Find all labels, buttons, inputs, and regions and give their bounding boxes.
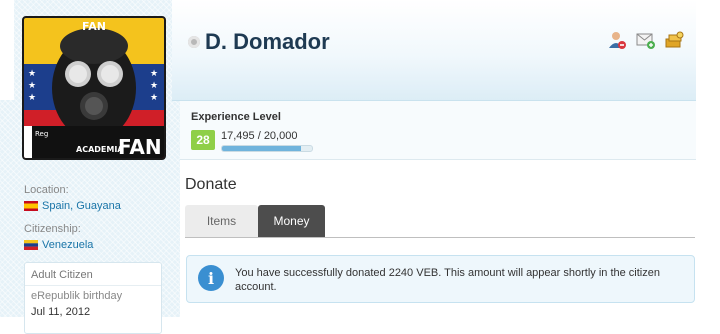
avatar-top-text: FAN: [82, 20, 106, 33]
location-link[interactable]: Spain, Guayana: [24, 200, 174, 212]
experience-progress-bar: [221, 145, 313, 152]
add-friend-icon[interactable]: [607, 30, 627, 50]
tab-items[interactable]: Items: [185, 205, 258, 237]
donate-tabs: Items Money: [185, 205, 325, 237]
spain-flag-icon: [24, 201, 38, 211]
citizen-type: Adult Citizen: [25, 263, 161, 286]
svg-text:★: ★: [150, 93, 158, 103]
sidebar-top-spacer: [0, 0, 14, 100]
experience-progress-fill: [222, 146, 301, 151]
citizen-name: D. Domador: [205, 29, 330, 54]
notice-message: You have successfully donated 2240 VEB. …: [235, 267, 660, 293]
experience-label: Experience Level: [191, 111, 281, 123]
citizen-info: Location: Spain, Guayana Citizenship: Ve…: [24, 184, 174, 262]
donate-icon[interactable]: [664, 30, 684, 50]
avatar-fan-text: FAN: [118, 135, 162, 158]
experience-value: 17,495 / 20,000: [221, 130, 298, 142]
birthday-value: Jul 11, 2012: [31, 306, 91, 318]
location-value[interactable]: Spain, Guayana: [42, 200, 121, 212]
citizenship-link[interactable]: Venezuela: [24, 239, 174, 251]
svg-text:★: ★: [28, 69, 36, 79]
tab-money[interactable]: Money: [258, 205, 325, 237]
donate-title: Donate: [185, 176, 237, 193]
citizenship-value[interactable]: Venezuela: [42, 239, 93, 251]
venezuela-flag-icon: [24, 240, 38, 250]
send-message-icon[interactable]: [636, 30, 656, 50]
level-badge: 28: [191, 130, 215, 150]
location-label: Location:: [24, 184, 69, 196]
tabs-divider: [185, 237, 695, 238]
birthday-label: eRepublik birthday: [31, 290, 123, 302]
svg-text:★: ★: [28, 81, 36, 91]
online-status-icon: [188, 36, 200, 48]
svg-text:★: ★: [28, 93, 36, 103]
avatar[interactable]: ★ ★ ★ ★ ★ ★ Reg ACADEMIA FAN FAN: [22, 16, 166, 160]
svg-text:★: ★: [150, 81, 158, 91]
svg-text:★: ★: [150, 69, 158, 79]
citizenship-label: Citizenship:: [24, 223, 81, 235]
citizen-details-box: Adult Citizen eRepublik birthday Jul 11,…: [24, 262, 162, 334]
avatar-reg-text: Reg: [35, 130, 48, 138]
info-icon: i: [198, 265, 224, 291]
